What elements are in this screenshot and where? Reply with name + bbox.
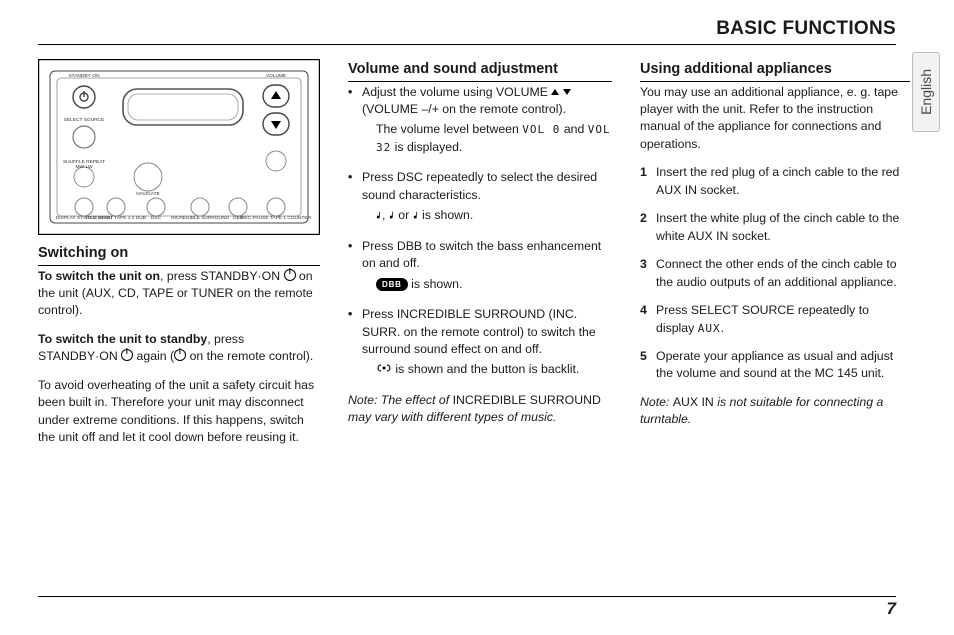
power-icon bbox=[174, 349, 186, 361]
lcd-vol-0: VOL 0 bbox=[522, 123, 560, 136]
lcd-aux: AUX bbox=[698, 322, 721, 335]
column-additional-appliances: Using additional appliances You may use … bbox=[640, 59, 910, 458]
language-tab-label: English bbox=[918, 69, 934, 115]
note-surround-tail: may vary with different types of music. bbox=[348, 410, 556, 424]
b3-subline: DBB is shown. bbox=[362, 276, 612, 293]
column-volume-sound: Volume and sound adjustment Adjust the v… bbox=[348, 59, 612, 458]
b2-sep1: , bbox=[382, 208, 389, 222]
b1-sub-mid: and bbox=[560, 122, 587, 136]
header-bar: BASIC FUNCTIONS bbox=[38, 18, 896, 45]
para-switch-on: To switch the unit on, press STANDBY·ON … bbox=[38, 268, 320, 320]
intro-additional: You may use an additional appliance, e. … bbox=[640, 84, 910, 154]
step-1-red-plug: Insert the red plug of a cinch cable to … bbox=[640, 164, 910, 199]
fig-label-tapecounter: REC·PAUSE TAPE 1 COUNTER bbox=[241, 215, 312, 221]
note-surround-pre: Note: The effect of bbox=[348, 393, 453, 407]
column-switching-on: STANDBY·ON VOLUME SELECT SOURCE SHUFFLE … bbox=[38, 59, 320, 458]
b3-sub: is shown. bbox=[408, 277, 463, 291]
b1-sub-tail: is displayed. bbox=[391, 140, 462, 154]
step-5-operate: Operate your appliance as usual and adju… bbox=[640, 348, 910, 383]
fig-label-dsc: DSC bbox=[151, 215, 162, 221]
fig-label-navigate: NAVIGATE bbox=[136, 191, 160, 197]
switch-on-bold: To switch the unit on bbox=[38, 269, 160, 283]
standby-bold: To switch the unit to standby bbox=[38, 332, 207, 346]
switch-on-rest: , press STANDBY·ON bbox=[160, 269, 283, 283]
standby-tail2: on the remote control). bbox=[186, 349, 313, 363]
b2-text: Press DSC repeatedly to select the desir… bbox=[362, 170, 597, 201]
note-aux-mid: AUX IN bbox=[673, 395, 714, 409]
bullet-adjust-volume: Adjust the volume using VOLUME (VOLUME –… bbox=[348, 84, 612, 157]
s4-pre: Press SELECT SOURCE repeatedly to displa… bbox=[656, 303, 869, 334]
vol-down-icon bbox=[563, 89, 571, 95]
fig-label-mwlw: MW·LW bbox=[76, 164, 93, 170]
b1-text-a: Adjust the volume using VOLUME bbox=[362, 85, 551, 99]
power-icon bbox=[284, 269, 296, 281]
b4-text: Press INCREDIBLE SURROUND (INC. SURR. on… bbox=[362, 307, 596, 356]
footer-rule bbox=[38, 596, 896, 597]
note-surround-mid: INCREDIBLE SURROUND bbox=[453, 393, 601, 407]
fig-label-inc: INCREDIBLE SURROUND bbox=[171, 215, 229, 221]
para-overheat: To avoid overheating of the unit a safet… bbox=[38, 377, 320, 447]
power-icon bbox=[121, 349, 133, 361]
b1-subline: The volume level between VOL 0 and VOL 3… bbox=[362, 121, 612, 156]
fig-label-volume: VOLUME bbox=[266, 73, 286, 79]
b4-subline: is shown and the button is backlit. bbox=[362, 361, 612, 378]
b1-text-b: (VOLUME –/+ on the remote control). bbox=[362, 102, 566, 116]
heading-volume-sound: Volume and sound adjustment bbox=[348, 59, 612, 82]
step-2-white-plug: Insert the white plug of the cinch cable… bbox=[640, 210, 910, 245]
b1-sub-pre: The volume level between bbox=[376, 122, 522, 136]
page-number: 7 bbox=[887, 599, 896, 619]
b2-sep-or: or bbox=[395, 208, 413, 222]
vol-up-icon bbox=[551, 89, 559, 95]
standby-tail: again ( bbox=[133, 349, 174, 363]
b2-sub-tail: is shown. bbox=[419, 208, 474, 222]
device-illustration: STANDBY·ON VOLUME SELECT SOURCE SHUFFLE … bbox=[38, 59, 320, 235]
surround-icon bbox=[376, 363, 392, 373]
note-aux-in: Note: AUX IN is not suitable for connect… bbox=[640, 394, 910, 429]
bullet-dbb: Press DBB to switch the bass enhancement… bbox=[348, 238, 612, 293]
fig-label-standby: STANDBY·ON bbox=[68, 73, 100, 79]
b3-text: Press DBB to switch the bass enhancement… bbox=[362, 239, 601, 270]
fig-label-recstart: REC·START TAPE 1∙2 DUB bbox=[86, 215, 146, 221]
s4-post: . bbox=[721, 321, 724, 335]
bullet-incredible-surround: Press INCREDIBLE SURROUND (INC. SURR. on… bbox=[348, 306, 612, 379]
fig-label-select: SELECT SOURCE bbox=[64, 117, 104, 123]
heading-switching-on: Switching on bbox=[38, 243, 320, 266]
para-standby: To switch the unit to standby, press STA… bbox=[38, 331, 320, 366]
heading-using-additional: Using additional appliances bbox=[640, 59, 910, 82]
b4-sub: is shown and the button is backlit. bbox=[392, 362, 579, 376]
page-title: BASIC FUNCTIONS bbox=[716, 18, 896, 39]
note-surround: Note: The effect of INCREDIBLE SURROUND … bbox=[348, 392, 612, 427]
b2-subline: , or is shown. bbox=[362, 207, 612, 224]
bullet-dsc: Press DSC repeatedly to select the desir… bbox=[348, 169, 612, 224]
step-3-other-ends: Connect the other ends of the cinch cabl… bbox=[640, 256, 910, 291]
dbb-pill-icon: DBB bbox=[376, 278, 408, 291]
note-aux-pre: Note: bbox=[640, 395, 673, 409]
step-4-select-source: Press SELECT SOURCE repeatedly to displa… bbox=[640, 302, 910, 337]
language-tab: English bbox=[912, 52, 940, 132]
